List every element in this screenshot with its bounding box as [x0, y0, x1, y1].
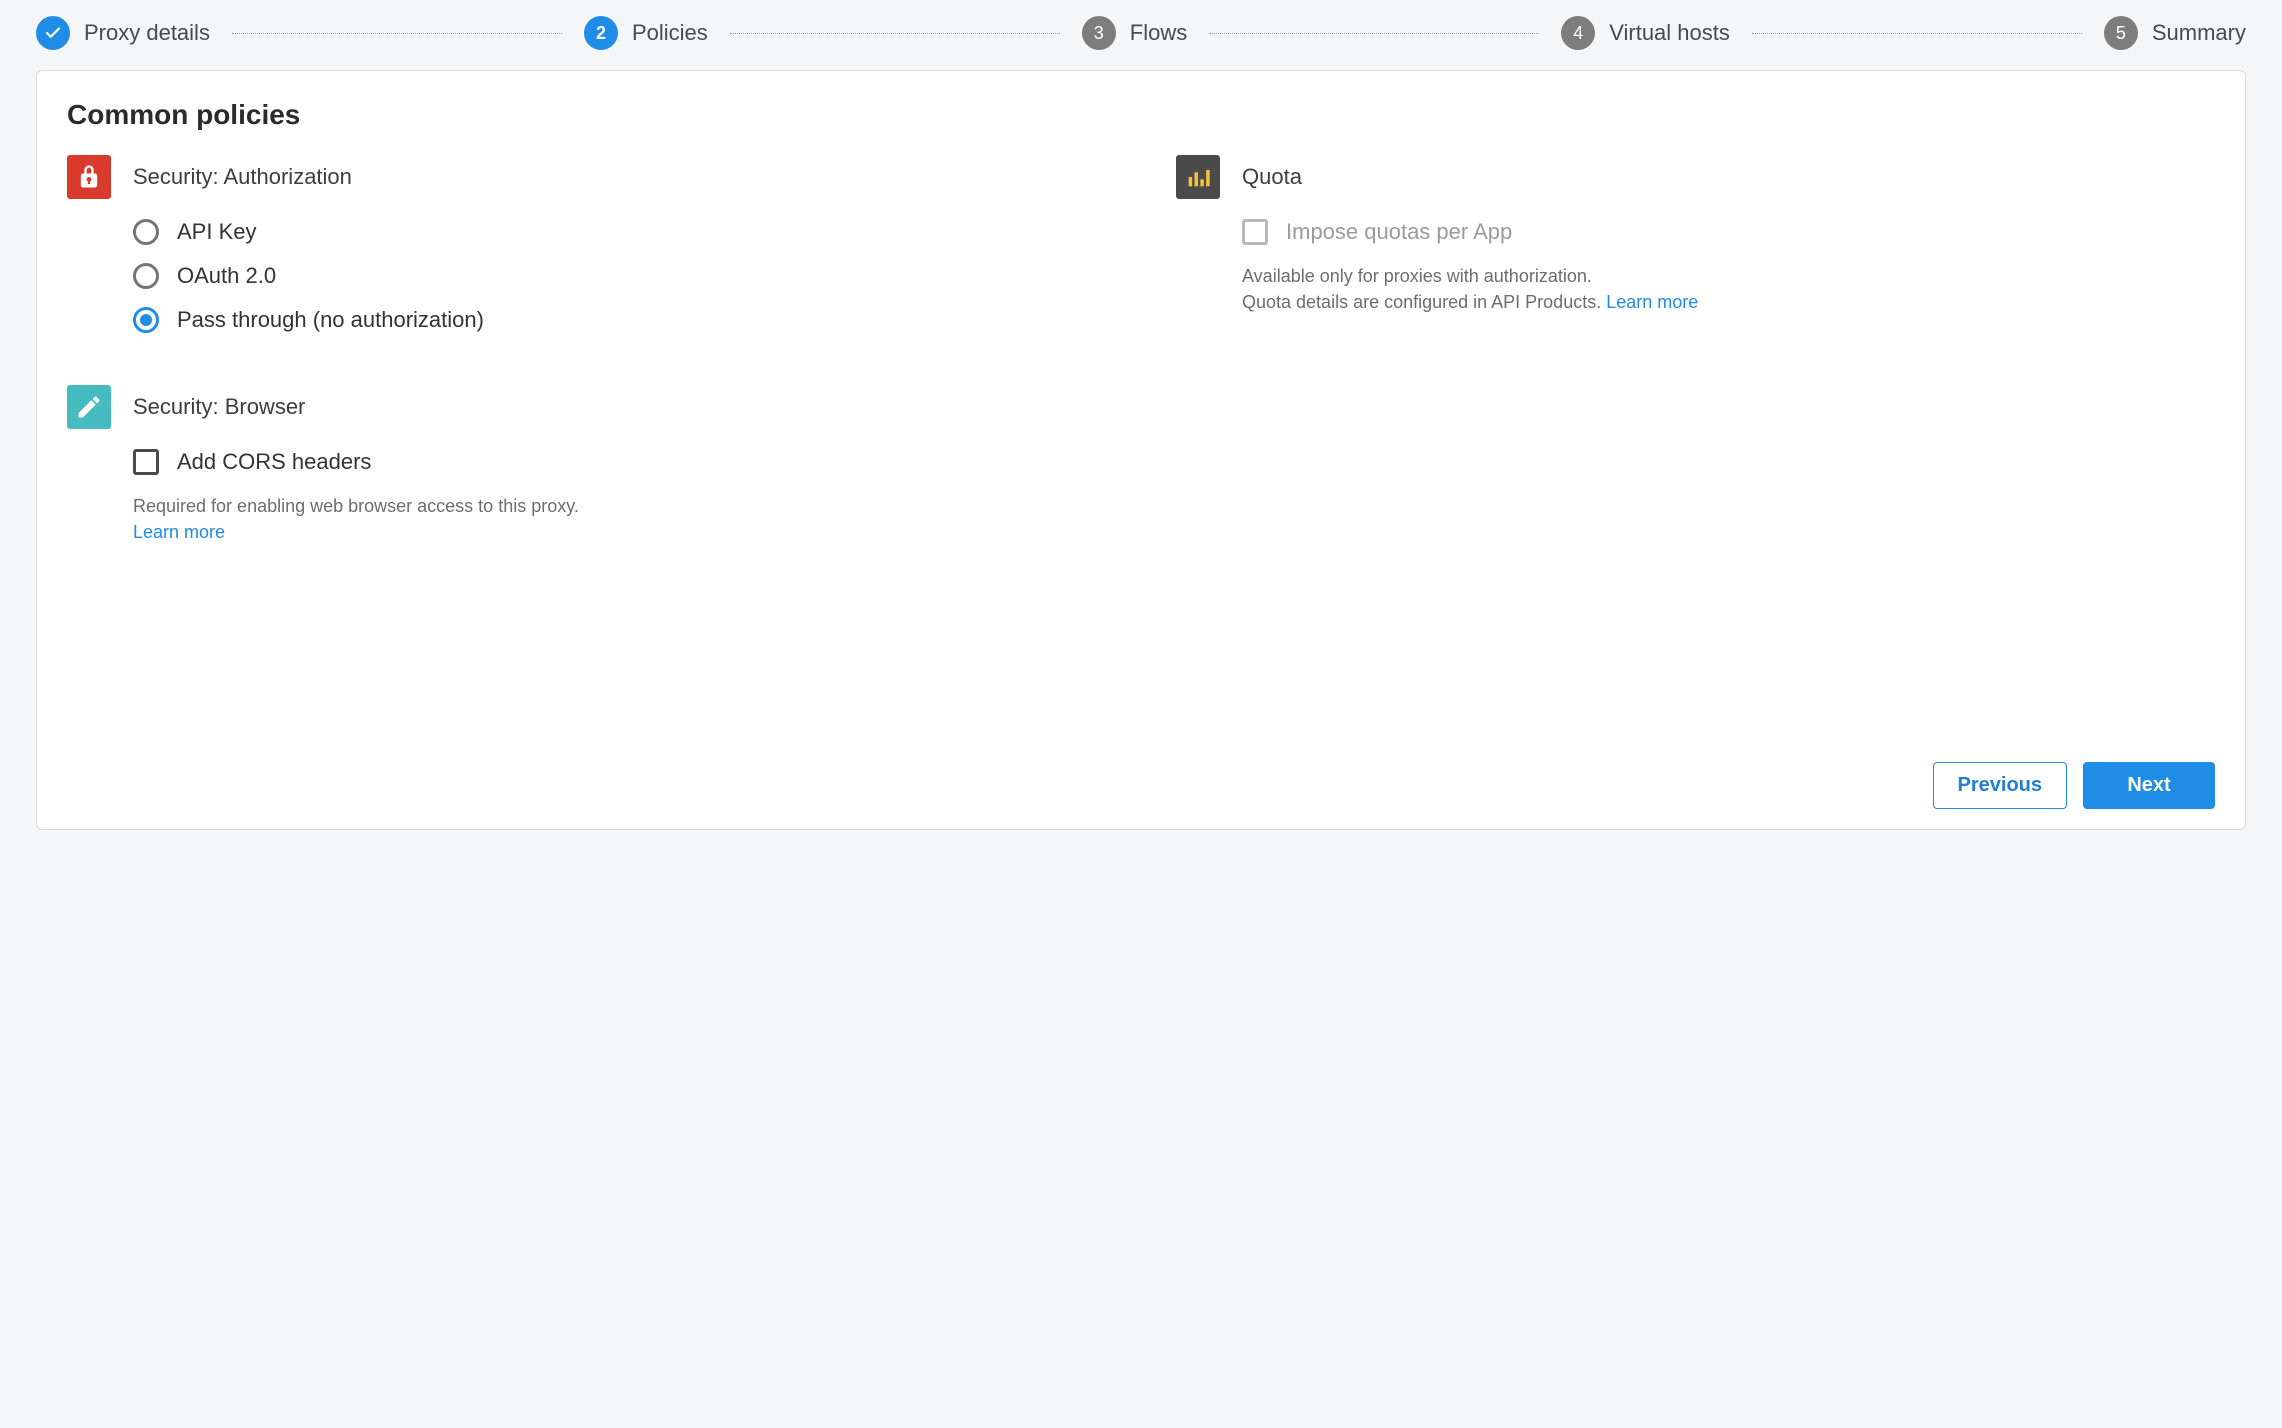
wizard-footer: Previous Next	[67, 762, 2215, 809]
step-proxy-details[interactable]: Proxy details	[36, 16, 210, 50]
radio-label: OAuth 2.0	[177, 263, 276, 289]
step-virtual-hosts[interactable]: 4 Virtual hosts	[1561, 16, 1730, 50]
radio-pass-through[interactable]: Pass through (no authorization)	[133, 307, 1106, 333]
previous-button[interactable]: Previous	[1933, 762, 2067, 809]
radio-icon	[133, 307, 159, 333]
checkbox-label: Add CORS headers	[177, 449, 371, 475]
radio-oauth[interactable]: OAuth 2.0	[133, 263, 1106, 289]
step-summary[interactable]: 5 Summary	[2104, 16, 2246, 50]
quota-title: Quota	[1242, 164, 1302, 190]
quota-block: Quota Impose quotas per App Available on…	[1176, 155, 2215, 315]
radio-api-key[interactable]: API Key	[133, 219, 1106, 245]
step-label: Virtual hosts	[1609, 20, 1730, 46]
step-divider	[1752, 33, 2082, 34]
pencil-icon	[67, 385, 111, 429]
next-button[interactable]: Next	[2083, 762, 2215, 809]
checkbox-cors-headers[interactable]: Add CORS headers	[133, 449, 1106, 475]
step-policies[interactable]: 2 Policies	[584, 16, 708, 50]
helper-text: Available only for proxies with authoriz…	[1242, 266, 1592, 286]
step-label: Policies	[632, 20, 708, 46]
checkbox-icon	[1242, 219, 1268, 245]
step-label: Proxy details	[84, 20, 210, 46]
policies-card: Common policies Security: Authorization	[36, 70, 2246, 830]
step-number-icon: 4	[1561, 16, 1595, 50]
quota-learn-more-link[interactable]: Learn more	[1606, 292, 1698, 312]
radio-icon	[133, 263, 159, 289]
page-title: Common policies	[67, 99, 2215, 131]
step-label: Summary	[2152, 20, 2246, 46]
security-authorization-title: Security: Authorization	[133, 164, 352, 190]
checkbox-icon	[133, 449, 159, 475]
helper-text: Required for enabling web browser access…	[133, 496, 579, 516]
step-flows[interactable]: 3 Flows	[1082, 16, 1187, 50]
step-number-icon: 3	[1082, 16, 1116, 50]
quota-helper-text: Available only for proxies with authoriz…	[1242, 263, 2215, 315]
radio-label: Pass through (no authorization)	[177, 307, 484, 333]
wizard-stepper: Proxy details 2 Policies 3 Flows 4 Virtu…	[36, 16, 2246, 70]
security-browser-block: Security: Browser Add CORS headers Requi…	[67, 385, 1106, 545]
security-authorization-block: Security: Authorization API Key OAuth 2.…	[67, 155, 1106, 333]
step-number-icon: 2	[584, 16, 618, 50]
radio-icon	[133, 219, 159, 245]
helper-text: Quota details are configured in API Prod…	[1242, 292, 1601, 312]
lock-icon	[67, 155, 111, 199]
cors-learn-more-link[interactable]: Learn more	[133, 522, 225, 542]
security-browser-title: Security: Browser	[133, 394, 305, 420]
step-number-icon: 5	[2104, 16, 2138, 50]
step-label: Flows	[1130, 20, 1187, 46]
check-icon	[36, 16, 70, 50]
step-divider	[232, 33, 562, 34]
checkbox-impose-quotas: Impose quotas per App	[1242, 219, 2215, 245]
checkbox-label: Impose quotas per App	[1286, 219, 1512, 245]
radio-label: API Key	[177, 219, 256, 245]
step-divider	[730, 33, 1060, 34]
bar-chart-icon	[1176, 155, 1220, 199]
cors-helper-text: Required for enabling web browser access…	[133, 493, 1106, 545]
step-divider	[1209, 33, 1539, 34]
